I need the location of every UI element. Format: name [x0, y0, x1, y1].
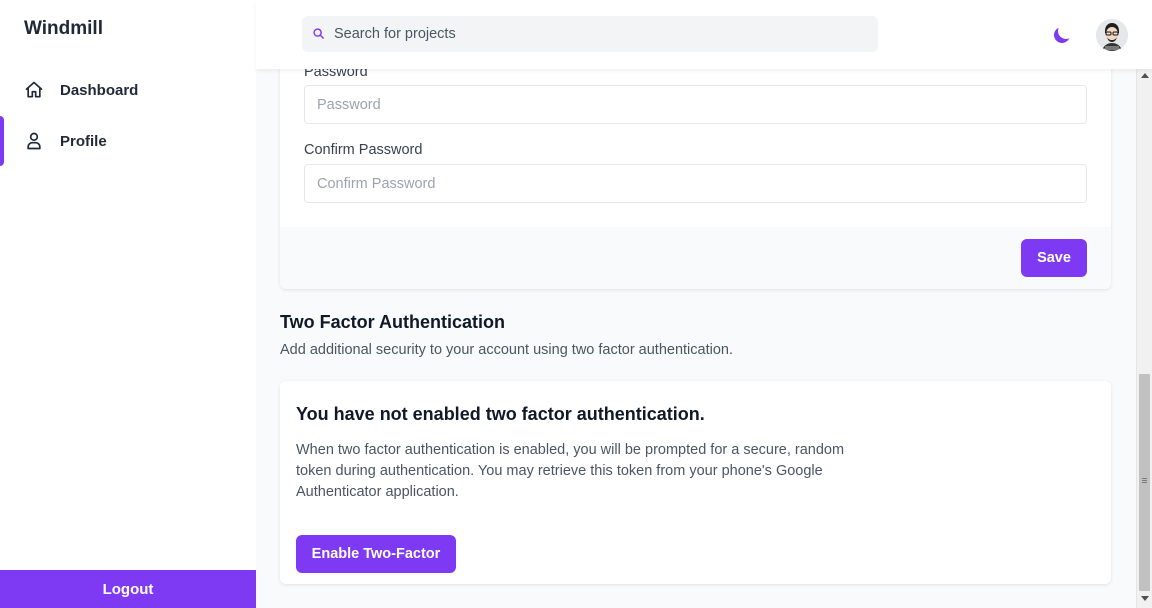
confirm-password-field[interactable] [304, 164, 1087, 203]
sidebar-item-profile[interactable]: Profile [0, 116, 256, 166]
grip-line [1142, 482, 1147, 483]
confirm-password-label: Confirm Password [304, 142, 423, 158]
search-bar[interactable] [302, 16, 878, 52]
vertical-scrollbar[interactable] [1136, 69, 1152, 608]
brand-logo[interactable]: Windmill [24, 18, 103, 40]
two-factor-card: You have not enabled two factor authenti… [280, 381, 1111, 584]
avatar[interactable] [1096, 19, 1128, 51]
section-title: Two Factor Authentication [280, 312, 505, 332]
logout-button[interactable]: Logout [0, 570, 256, 608]
sidebar-item-dashboard[interactable]: Dashboard [0, 65, 256, 115]
sidebar-item-label: Dashboard [60, 81, 139, 99]
grip-line [1142, 478, 1147, 479]
active-indicator [0, 116, 4, 166]
search-icon [312, 27, 326, 41]
card-footer: Save [280, 227, 1111, 289]
two-factor-status-heading: You have not enabled two factor authenti… [296, 404, 705, 424]
password-field[interactable] [304, 85, 1087, 124]
save-button[interactable]: Save [1021, 239, 1087, 277]
update-password-card: Password Confirm Password Save [280, 69, 1111, 289]
scroll-up-arrow-icon[interactable] [1141, 73, 1149, 78]
section-description: Add additional security to your account … [280, 342, 733, 358]
home-icon [24, 80, 44, 100]
scroll-down-arrow-icon[interactable] [1141, 596, 1149, 601]
two-factor-body: When two factor authentication is enable… [296, 442, 845, 500]
grip-line [1142, 480, 1147, 481]
user-icon [24, 131, 44, 151]
main-content: Password Confirm Password Save Two Facto… [256, 69, 1136, 608]
password-label: Password [304, 69, 368, 80]
scroll-thumb[interactable] [1139, 374, 1150, 591]
search-input[interactable] [334, 16, 874, 52]
top-header [256, 0, 1152, 69]
enable-two-factor-button[interactable]: Enable Two-Factor [296, 535, 456, 573]
moon-icon[interactable] [1052, 25, 1072, 45]
sidebar-item-label: Profile [60, 132, 107, 150]
sidebar: Windmill Dashboard Profile Logout [0, 0, 256, 608]
